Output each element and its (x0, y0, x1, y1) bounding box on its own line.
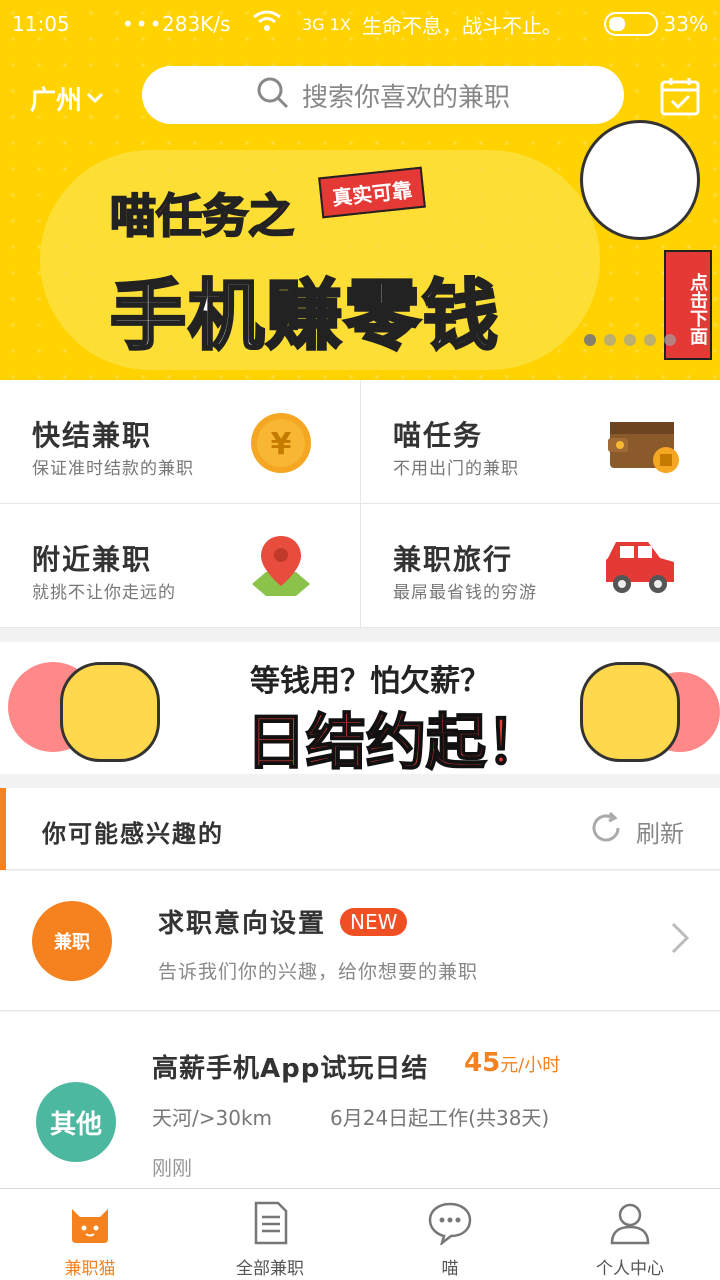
car-icon (600, 532, 680, 602)
preference-title: 求职意向设置 (158, 909, 327, 939)
search-icon (256, 76, 290, 114)
preference-title-row: 求职意向设置 NEW (158, 903, 408, 940)
category-quick-pay[interactable]: 快结兼职 保证准时结款的兼职 ¥ (0, 380, 360, 504)
job-salary: 45元/小时 (464, 1048, 560, 1078)
job-category-badge: 其他 (36, 1082, 116, 1162)
category-title: 兼职旅行 (393, 543, 514, 576)
calendar-checkin-icon[interactable] (660, 76, 700, 116)
logo-text: 兼职 (54, 932, 90, 953)
city-selector[interactable]: 广州 (30, 80, 104, 117)
pager-dot (584, 334, 596, 346)
job-posted-time: 刚刚 (152, 1156, 192, 1180)
status-dots: ••• (122, 12, 164, 36)
job-title: 高薪手机App试玩日结 (152, 1054, 429, 1084)
battery-percent: 33% (663, 12, 708, 36)
wallet-icon (606, 408, 679, 478)
pager-dot (624, 334, 636, 346)
chevron-right-icon (670, 921, 690, 964)
category-subtitle: 就挑不让你走远的 (32, 583, 176, 603)
search-placeholder: 搜索你喜欢的兼职 (301, 82, 510, 113)
job-start-date: 6月24日起工作(共38天) (330, 1106, 550, 1130)
category-subtitle: 不用出门的兼职 (393, 459, 519, 479)
salary-unit: 元/小时 (500, 1055, 561, 1076)
coin-icon: ¥ (246, 408, 316, 478)
battery-icon (603, 12, 658, 36)
section-accent-bar (0, 788, 6, 870)
tab-home[interactable]: 兼职猫 (0, 1189, 180, 1280)
city-label: 广州 (30, 86, 83, 116)
category-subtitle: 最屌最省钱的穷游 (393, 583, 537, 603)
wifi-icon (252, 9, 302, 39)
pager-dot (604, 334, 616, 346)
category-title: 附近兼职 (32, 543, 153, 576)
promo-headline: 日结约起！ (245, 707, 547, 774)
user-icon (606, 1201, 654, 1250)
category-grid: 快结兼职 保证准时结款的兼职 ¥ 喵任务 不用出门的兼职 附近兼职 就挑不让你走… (0, 380, 720, 628)
job-list-item[interactable]: 其他 高薪手机App试玩日结 45元/小时 天河/>30km 6月24日起工作(… (0, 1012, 720, 1188)
interest-title: 你可能感兴趣的 (42, 820, 224, 848)
status-bar: 11:05 ••• 283K/s 3G 1X 生命不息，战斗不止。 33% (0, 0, 720, 48)
document-icon (246, 1201, 294, 1250)
pager-dot (664, 334, 676, 346)
tab-label: 喵 (441, 1259, 459, 1279)
banner-pager (584, 334, 676, 346)
cat-logo-icon: 兼职 (32, 901, 112, 981)
category-meow-task[interactable]: 喵任务 不用出门的兼职 (360, 380, 720, 504)
interest-section-header: 你可能感兴趣的 刷新 (0, 788, 720, 870)
promo-banner[interactable]: 等钱用？怕欠薪？ 日结约起！ (0, 642, 720, 774)
refresh-icon (588, 810, 624, 852)
job-location: 天河/>30km (152, 1106, 273, 1130)
tab-meow[interactable]: 喵 (360, 1189, 540, 1280)
refresh-label: 刷新 (636, 819, 684, 848)
job-preference-row[interactable]: 兼职 求职意向设置 NEW 告诉我们你的兴趣，给你想要的兼职 (0, 871, 720, 1011)
salary-value: 45 (464, 1048, 501, 1078)
cat-mascot-image (580, 662, 680, 762)
new-badge: NEW (340, 907, 408, 936)
banner-small-title: 喵任务之 (109, 188, 295, 244)
pager-dot (644, 334, 656, 346)
tab-label: 全部兼职 (236, 1259, 304, 1279)
category-nearby[interactable]: 附近兼职 就挑不让你走远的 (0, 504, 360, 628)
status-slogan: 生命不息，战斗不止。 (362, 13, 562, 38)
preference-subtitle: 告诉我们你的兴趣，给你想要的兼职 (158, 961, 479, 983)
search-bar-row: 广州 搜索你喜欢的兼职 (0, 66, 720, 126)
status-time: 11:05 (12, 12, 70, 36)
banner-slide[interactable]: 喵任务之 真实可靠 手机赚零钱 (109, 166, 500, 364)
svg-text:¥: ¥ (271, 427, 292, 462)
refresh-button[interactable]: 刷新 (588, 810, 684, 852)
status-network: 3G 1X (302, 14, 351, 34)
battery-indicator: 33% (603, 12, 708, 36)
cat-icon (66, 1201, 114, 1250)
banner-big-title: 手机赚零钱 (109, 270, 500, 362)
status-speed: 283K/s (162, 12, 231, 36)
top-banner-area: 11:05 ••• 283K/s 3G 1X 生命不息，战斗不止。 33% 广州… (0, 0, 720, 380)
tab-all-jobs[interactable]: 全部兼职 (180, 1189, 360, 1280)
chevron-down-icon (86, 88, 104, 109)
category-title: 喵任务 (393, 419, 484, 452)
cat-mascot-image (60, 662, 160, 762)
bottom-tab-bar: 兼职猫 全部兼职 喵 个人中心 (0, 1188, 720, 1280)
map-pin-icon (246, 532, 316, 602)
tab-profile[interactable]: 个人中心 (540, 1189, 720, 1280)
search-input[interactable]: 搜索你喜欢的兼职 (142, 66, 624, 124)
tab-label: 兼职猫 (64, 1259, 116, 1279)
tab-label: 个人中心 (596, 1259, 664, 1279)
category-title: 快结兼职 (32, 419, 153, 452)
chat-bubble-icon (426, 1201, 474, 1250)
category-subtitle: 保证准时结款的兼职 (32, 459, 194, 479)
cat-mascot-image (580, 120, 700, 240)
category-travel[interactable]: 兼职旅行 最屌最省钱的穷游 (360, 504, 720, 628)
